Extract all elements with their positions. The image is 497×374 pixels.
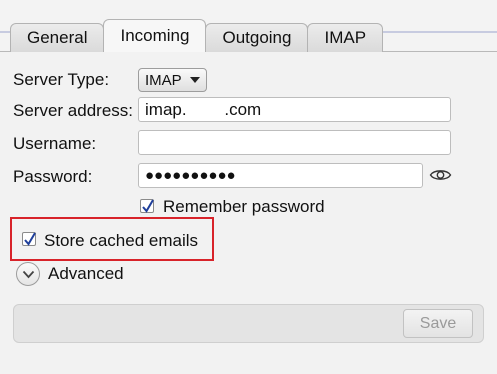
server-type-label: Server Type: (13, 70, 110, 89)
save-button-label: Save (419, 314, 457, 332)
tab-general-label: General (27, 28, 88, 47)
server-address-label: Server address: (13, 101, 133, 120)
dropdown-arrow-icon (190, 77, 200, 83)
tab-general[interactable]: General (10, 23, 105, 52)
save-button[interactable]: Save (403, 309, 473, 338)
server-type-select[interactable]: IMAP (138, 68, 207, 92)
store-cached-emails-checkbox[interactable] (22, 232, 36, 246)
checkmark-icon (24, 232, 36, 246)
chevron-down-icon (22, 270, 35, 279)
tab-outgoing[interactable]: Outgoing (205, 23, 309, 52)
tab-bar: General Incoming Outgoing IMAP (10, 19, 384, 52)
username-label: Username: (13, 134, 97, 153)
remember-password-checkbox[interactable] (140, 199, 154, 213)
tab-outgoing-label: Outgoing (222, 28, 292, 47)
password-label: Password: (13, 167, 93, 186)
remember-password-label: Remember password (163, 197, 325, 216)
checkmark-icon (142, 199, 154, 213)
advanced-expander[interactable] (16, 262, 40, 286)
tab-imap[interactable]: IMAP (307, 23, 384, 52)
eye-icon[interactable] (429, 167, 452, 188)
server-address-input[interactable]: imap. .com (138, 97, 451, 122)
server-type-value: IMAP (145, 71, 182, 89)
username-input[interactable] (138, 130, 451, 155)
tab-incoming-label: Incoming (120, 26, 190, 45)
advanced-label[interactable]: Advanced (48, 264, 124, 284)
tab-incoming[interactable]: Incoming (103, 19, 207, 52)
password-input[interactable]: ●●●●●●●●●● (138, 163, 423, 188)
store-cached-emails-label: Store cached emails (44, 231, 199, 250)
footer-bar: Save (13, 304, 484, 343)
tab-imap-label: IMAP (324, 28, 367, 47)
